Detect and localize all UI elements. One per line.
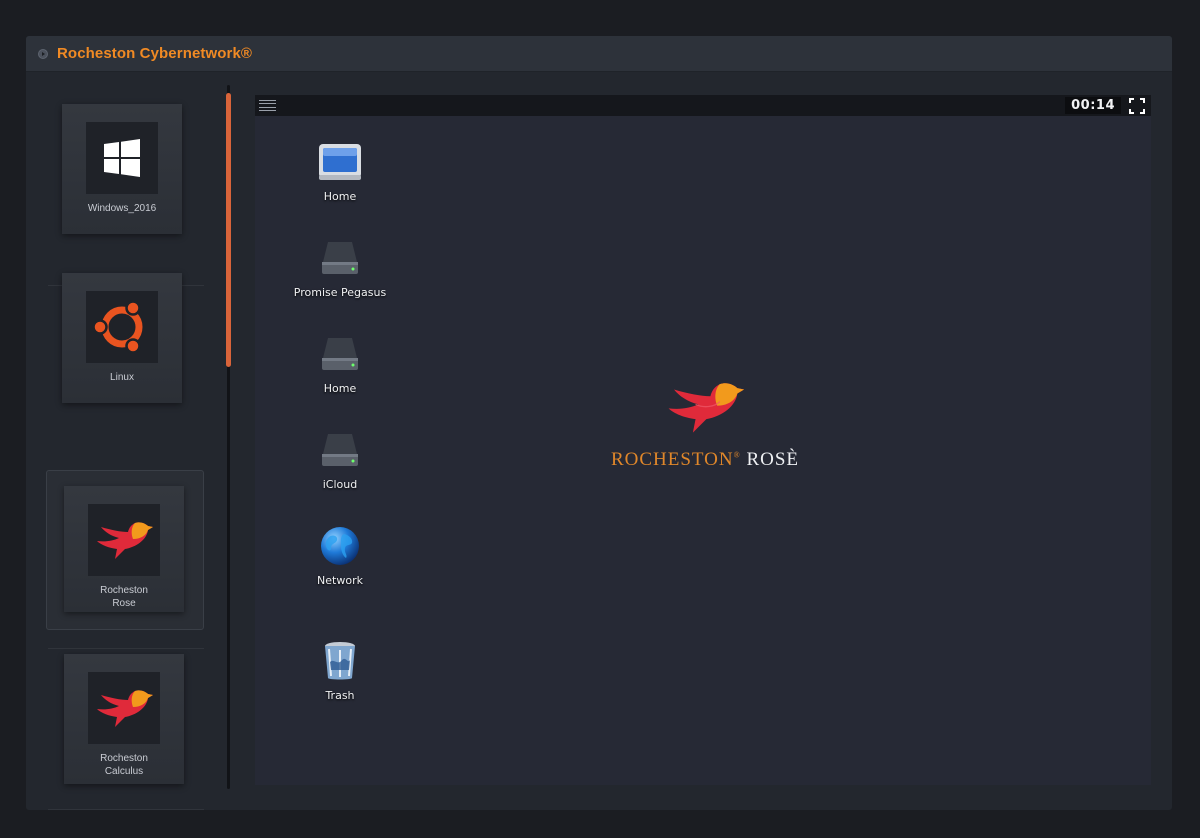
brand-registered-mark: ®: [733, 450, 741, 460]
hard-drive-icon: [318, 428, 362, 472]
desktop-icon-network[interactable]: Network: [290, 524, 390, 587]
desktop-icon-label: Home: [323, 382, 357, 395]
ubuntu-logo-icon: [86, 291, 158, 363]
hard-drive-icon: [318, 332, 362, 376]
desktop-icon-label: Home: [323, 190, 357, 203]
windows-logo-icon: [86, 122, 158, 194]
globe-icon: [318, 524, 362, 568]
brand-wordmark: ROCHESTON® ROSÈ: [595, 449, 815, 471]
machine-card-windows[interactable]: Windows_2016: [62, 104, 182, 234]
viewer-toolbar: 00:14: [255, 95, 1151, 116]
menu-icon[interactable]: [259, 100, 276, 111]
fullscreen-icon[interactable]: [1127, 97, 1147, 115]
machine-card-rocheston-rose[interactable]: Rocheston Rose: [64, 486, 184, 612]
desktop-icon-label: Network: [317, 574, 363, 587]
desktop-icon-label: Trash: [325, 689, 355, 702]
desktop-icon-icloud[interactable]: iCloud: [290, 428, 390, 491]
desktop-icon-home-drive[interactable]: Home: [290, 332, 390, 395]
desktop-icon-label: iCloud: [322, 478, 358, 491]
rocheston-bird-icon: [88, 504, 160, 576]
brand-name-part1: ROCHESTON: [610, 449, 734, 470]
computer-icon: [318, 140, 362, 184]
desktop-icon-home-computer[interactable]: Home: [290, 140, 390, 203]
trash-icon: [318, 639, 362, 683]
divider: [48, 809, 204, 810]
brand-name-part2: ROSÈ: [746, 449, 800, 470]
vm-viewer: 00:14 Home Promise Pegasus Home iCloud N…: [255, 95, 1151, 785]
machine-label: Rocheston Rose: [100, 585, 148, 609]
machine-card-linux[interactable]: Linux: [62, 273, 182, 403]
machine-label: Rocheston Calculus: [100, 753, 148, 777]
machine-label: Linux: [110, 372, 134, 383]
divider: [48, 648, 204, 649]
machine-card-rocheston-calculus[interactable]: Rocheston Calculus: [64, 654, 184, 784]
toolbar-controls: 00:14: [1065, 97, 1147, 115]
app-title: Rocheston Cybernetwork®: [57, 45, 253, 62]
rocheston-bird-icon: [88, 672, 160, 744]
desktop-icon-promise-pegasus[interactable]: Promise Pegasus: [290, 236, 390, 299]
remote-desktop[interactable]: Home Promise Pegasus Home iCloud Network…: [255, 116, 1151, 785]
app-window: Rocheston Cybernetwork® Windows_2016 Lin…: [26, 36, 1172, 810]
hard-drive-icon: [318, 236, 362, 280]
sidebar-scrollbar-thumb[interactable]: [226, 93, 231, 367]
desktop-icon-label: Promise Pegasus: [293, 286, 387, 299]
desktop-icon-trash[interactable]: Trash: [290, 639, 390, 702]
machine-sidebar: Windows_2016 Linux Rocheston Rose Roches…: [26, 73, 222, 810]
session-timer: 00:14: [1065, 97, 1121, 114]
title-bar: Rocheston Cybernetwork®: [26, 36, 1172, 72]
machine-label: Windows_2016: [87, 203, 157, 214]
window-control-button[interactable]: [38, 48, 48, 59]
rocheston-rose-branding: ROCHESTON® ROSÈ: [595, 376, 815, 471]
rocheston-bird-icon: [668, 383, 745, 433]
